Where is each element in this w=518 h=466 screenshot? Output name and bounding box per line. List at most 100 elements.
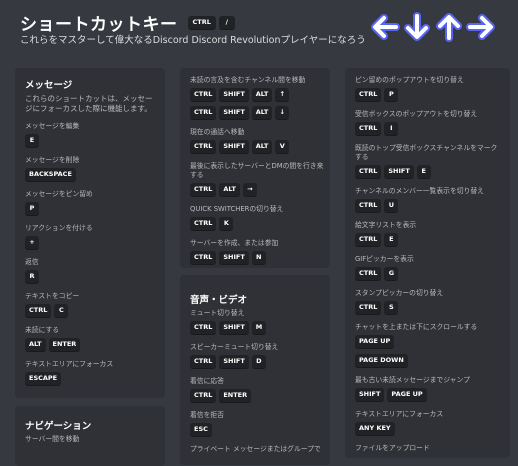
messages-panel: メッセージ これらのショートカットは、メッセージにフォーカスした際に機能します。… bbox=[15, 68, 165, 398]
shortcut-label: 既読のトップ受信ボックスチャンネルをマークする bbox=[355, 144, 498, 161]
keycap: ESCAPE bbox=[25, 372, 62, 386]
keycap: ESC bbox=[190, 423, 212, 437]
keycap: D bbox=[251, 355, 266, 369]
up-arrow-icon bbox=[436, 13, 462, 42]
shortcut-item: プライベート メッセージまたはグループで bbox=[190, 445, 324, 454]
shortcut-item: QUICK SWITCHERの切り替え CTRL K bbox=[190, 205, 324, 231]
keycap: PAGE UP bbox=[355, 335, 395, 349]
shortcut-label: 受信ボックスのポップアウトを切り替え bbox=[355, 110, 478, 118]
channel-nav-panel: 未読の言及を含むチャンネル間を移動 CTRL SHIFT ALT ↑ CTRL … bbox=[180, 68, 330, 268]
keycap: CTRL bbox=[355, 199, 382, 213]
keycap: CTRL bbox=[190, 321, 217, 335]
keycap: CTRL bbox=[190, 183, 217, 197]
shortcut-label: スタンプピッカーの切り替え bbox=[355, 289, 444, 297]
shortcut-label: サーバー間を移動 bbox=[25, 435, 80, 443]
shortcut-item: チャットを上または下にスクロールする PAGE UP bbox=[355, 323, 504, 349]
shortcut-label: チャンネルのメンバー一覧表示を切り替え bbox=[355, 187, 484, 195]
keycap: ALT bbox=[251, 140, 273, 154]
shortcut-label: サーバーを作成、または参加 bbox=[190, 239, 279, 247]
keycap: SHIFT bbox=[219, 251, 249, 265]
keycap: ALT bbox=[251, 106, 273, 120]
arrow-keys-graphic bbox=[370, 12, 496, 42]
shortcut-item: 着信に応答 CTRL ENTER bbox=[190, 377, 324, 403]
shortcut-item: テキストエリアにフォーカス ANY KEY bbox=[355, 410, 504, 436]
keycap: S bbox=[384, 301, 399, 315]
shortcut-label: スピーカーミュート切り替え bbox=[190, 343, 279, 351]
shortcut-label: テキストエリアにフォーカス bbox=[355, 410, 444, 418]
keycap: V bbox=[275, 140, 290, 154]
title-shortcut: CTRL / bbox=[187, 15, 235, 30]
shortcut-label: 着信に応答 bbox=[190, 377, 224, 385]
keycap: R bbox=[25, 270, 39, 284]
key-slash: / bbox=[218, 15, 235, 30]
shortcut-item: メッセージを削除 BACKSPACE bbox=[25, 156, 159, 182]
shortcut-item: 未読にする ALT ENTER bbox=[25, 326, 159, 352]
shortcut-label: リアクションを付ける bbox=[25, 224, 93, 232]
shortcut-item: 着信を拒否 ESC bbox=[190, 411, 324, 437]
keycap: N bbox=[251, 251, 266, 265]
keycap: CTRL bbox=[25, 304, 52, 318]
keycap: E bbox=[384, 233, 399, 247]
keycap: CTRL bbox=[190, 88, 217, 102]
shortcut-label: プライベート メッセージまたはグループで bbox=[190, 445, 321, 453]
keycap: CTRL bbox=[355, 301, 382, 315]
keycap: U bbox=[384, 199, 399, 213]
shortcut-item: ミュート切り替え CTRL SHIFT M bbox=[190, 309, 324, 335]
shortcut-item: 最後に表示したサーバーとDMの間を行き来する CTRL ALT → bbox=[190, 162, 324, 197]
section-title-messages: メッセージ bbox=[25, 80, 73, 91]
shortcut-label: QUICK SWITCHERの切り替え bbox=[190, 205, 284, 213]
shortcut-item: PAGE DOWN bbox=[355, 354, 504, 368]
shortcut-label: 未読の言及を含むチャンネル間を移動 bbox=[190, 76, 306, 84]
shortcut-label: ピン留めのポップアウトを切り替え bbox=[355, 76, 464, 84]
shortcut-item: 最も古い未読メッセージまでジャンプ SHIFT PAGE UP bbox=[355, 376, 504, 402]
keycap: CTRL bbox=[190, 106, 217, 120]
keycap: PAGE UP bbox=[387, 388, 427, 402]
keycap: CTRL bbox=[355, 122, 382, 136]
shortcut-item: 返信 R bbox=[25, 258, 159, 284]
keycap: CTRL bbox=[355, 165, 382, 179]
shortcut-label: 未読にする bbox=[25, 326, 60, 334]
keycap: SHIFT bbox=[219, 106, 249, 120]
shortcut-label: テキストエリアにフォーカス bbox=[25, 360, 114, 368]
shortcut-item: メッセージをピン留め P bbox=[25, 190, 159, 216]
header: ショートカットキー CTRL / これらをマスターして偉大なるDiscord D… bbox=[0, 0, 518, 60]
keycap: BACKSPACE bbox=[25, 168, 76, 182]
keycap: CTRL bbox=[190, 251, 217, 265]
section-title-voice: 音声・ビデオ bbox=[190, 295, 248, 306]
shortcut-item: スタンプピッカーの切り替え CTRL S bbox=[355, 289, 504, 315]
keycap: ALT bbox=[25, 338, 46, 352]
keycap: C bbox=[54, 304, 69, 318]
shortcut-item: 既読のトップ受信ボックスチャンネルをマークする CTRL SHIFT E bbox=[355, 144, 504, 179]
keycap: SHIFT bbox=[219, 140, 249, 154]
keycap: CTRL bbox=[190, 389, 217, 403]
shortcut-label: GIFピッカーを表示 bbox=[355, 255, 414, 263]
right-arrow-icon bbox=[466, 14, 495, 40]
keycap: ENTER bbox=[48, 338, 81, 352]
keycap: SHIFT bbox=[219, 88, 249, 102]
shortcut-label: メッセージを削除 bbox=[25, 156, 80, 164]
keycap: ENTER bbox=[219, 389, 252, 403]
keycap: CTRL bbox=[355, 267, 382, 281]
shortcut-label: 返信 bbox=[25, 258, 39, 266]
keycap: SHIFT bbox=[355, 388, 385, 402]
keycap: CTRL bbox=[190, 217, 217, 231]
keycap: E bbox=[25, 134, 39, 148]
shortcut-label: 最後に表示したサーバーとDMの間を行き来する bbox=[190, 162, 324, 179]
keycap: CTRL bbox=[355, 88, 382, 102]
shortcut-item: サーバーを作成、または参加 CTRL SHIFT N bbox=[190, 239, 324, 265]
keycap: CTRL bbox=[190, 355, 217, 369]
shortcut-item: テキストエリアにフォーカス ESCAPE bbox=[25, 360, 159, 386]
keycap: E bbox=[416, 165, 431, 179]
shortcut-item: 未読の言及を含むチャンネル間を移動 CTRL SHIFT ALT ↑ bbox=[190, 76, 324, 102]
shortcut-label: チャットを上または下にスクロールする bbox=[355, 323, 478, 331]
voice-video-panel: 音声・ビデオ ミュート切り替え CTRL SHIFT M スピーカーミュート切り… bbox=[180, 275, 330, 465]
page-subtitle: これらをマスターして偉大なるDiscord Discord Revolution… bbox=[20, 35, 366, 46]
navigation-panel: ナビゲーション サーバー間を移動 bbox=[15, 406, 165, 466]
keycap: G bbox=[384, 267, 399, 281]
shortcut-item: 受信ボックスのポップアウトを切り替え CTRL I bbox=[355, 110, 504, 136]
shortcut-item: テキストをコピー CTRL C bbox=[25, 292, 159, 318]
left-arrow-icon bbox=[371, 14, 400, 40]
section-desc-messages: これらのショートカットは、メッセージにフォーカスした際に機能します。 bbox=[25, 94, 153, 113]
shortcut-label: テキストをコピー bbox=[25, 292, 80, 300]
shortcut-label: 現在の通話へ移動 bbox=[190, 128, 245, 136]
